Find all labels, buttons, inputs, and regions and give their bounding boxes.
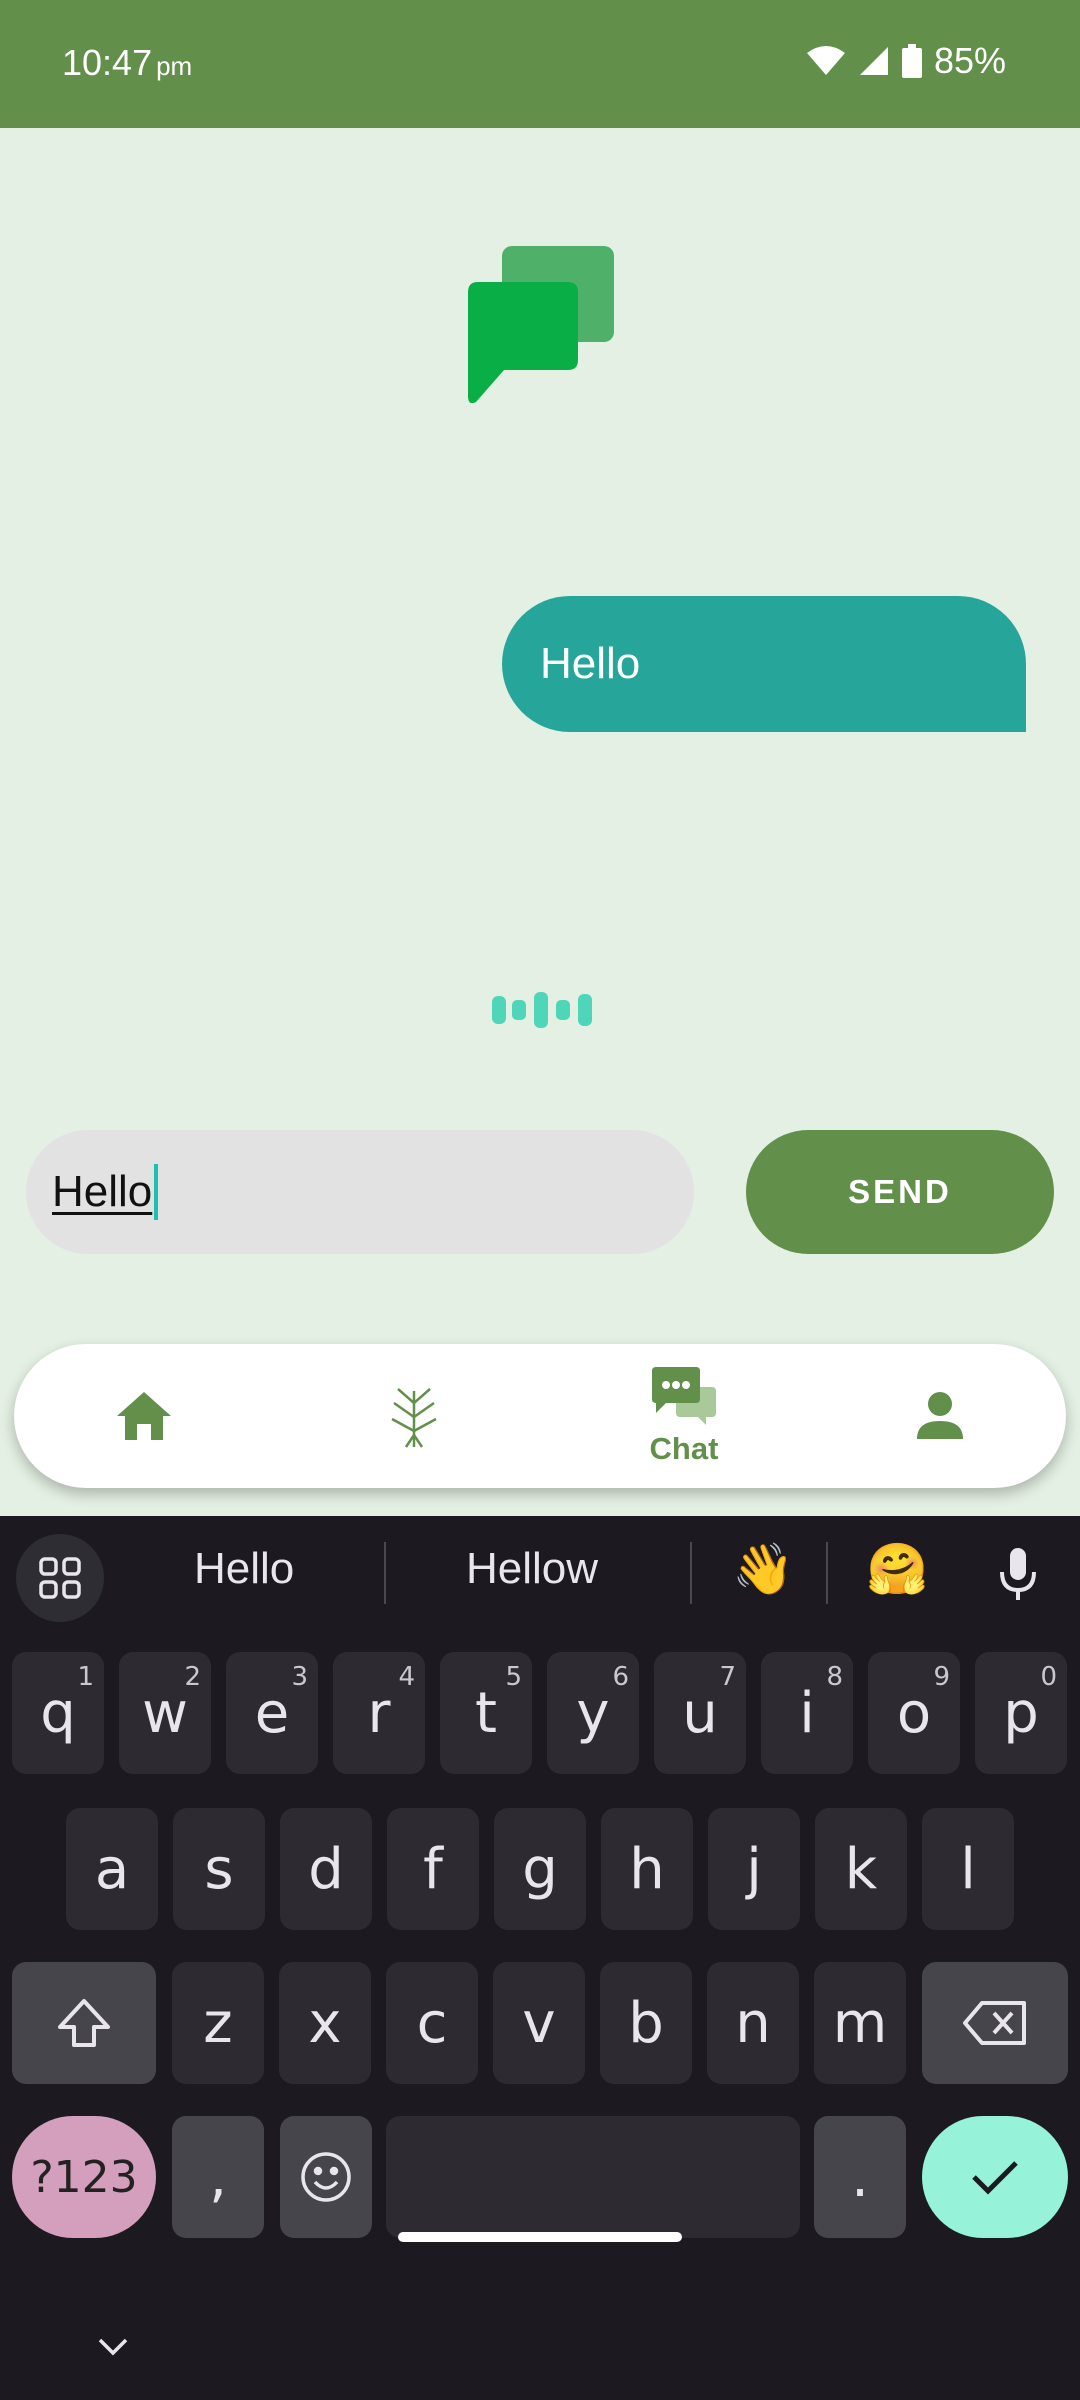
key-z[interactable]: z bbox=[172, 1962, 264, 2084]
status-time-value: 10:47 bbox=[62, 42, 153, 83]
shift-key[interactable] bbox=[12, 1962, 156, 2084]
plant-icon bbox=[391, 1388, 437, 1448]
microphone-icon[interactable] bbox=[998, 1546, 1038, 1602]
enter-key[interactable] bbox=[922, 2116, 1068, 2238]
status-icons: 85% bbox=[806, 40, 1006, 82]
status-time: 10:47 pm bbox=[62, 42, 192, 84]
key-j[interactable]: j bbox=[708, 1808, 800, 1930]
chat-logo-icon bbox=[468, 246, 614, 404]
send-button[interactable]: SEND bbox=[746, 1130, 1054, 1254]
key-q[interactable]: q1 bbox=[12, 1652, 104, 1774]
home-indicator[interactable] bbox=[398, 2232, 682, 2242]
key-g[interactable]: g bbox=[494, 1808, 586, 1930]
key-number-hint: 9 bbox=[933, 1662, 950, 1692]
key-p[interactable]: p0 bbox=[975, 1652, 1067, 1774]
text-caret bbox=[154, 1164, 159, 1220]
suggestion-bar: Hello Hellow 👋 🤗 bbox=[0, 1516, 1080, 1628]
key-i[interactable]: i8 bbox=[761, 1652, 853, 1774]
backspace-icon bbox=[963, 2001, 1026, 2045]
space-key[interactable] bbox=[386, 2116, 800, 2238]
key-v[interactable]: v bbox=[493, 1962, 585, 2084]
key-letter: y bbox=[576, 1680, 610, 1746]
key-u[interactable]: u7 bbox=[654, 1652, 746, 1774]
suggestion-2[interactable]: Hellow bbox=[466, 1544, 598, 1594]
nav-item-plant[interactable] bbox=[344, 1344, 484, 1488]
backspace-key[interactable] bbox=[922, 1962, 1068, 2084]
keyboard-apps-button[interactable] bbox=[16, 1534, 104, 1622]
battery-icon bbox=[901, 44, 922, 78]
key-letter: e bbox=[254, 1680, 290, 1746]
grid-icon bbox=[39, 1557, 81, 1599]
key-number-hint: 8 bbox=[826, 1662, 843, 1692]
key-b[interactable]: b bbox=[600, 1962, 692, 2084]
suggestion-divider bbox=[826, 1542, 828, 1604]
nav-item-profile[interactable] bbox=[870, 1344, 1010, 1488]
key-letter: r bbox=[367, 1680, 391, 1746]
emoji-key[interactable] bbox=[280, 2116, 372, 2238]
checkmark-icon bbox=[972, 2161, 1018, 2195]
home-icon bbox=[117, 1392, 171, 1440]
key-r[interactable]: r4 bbox=[333, 1652, 425, 1774]
key-m[interactable]: m bbox=[814, 1962, 906, 2084]
key-letter: q bbox=[40, 1680, 76, 1746]
nav-item-home[interactable] bbox=[74, 1344, 214, 1488]
period-key[interactable]: . bbox=[814, 2116, 906, 2238]
nav-item-chat-label: Chat bbox=[649, 1431, 719, 1466]
battery-percent: 85% bbox=[933, 40, 1006, 81]
suggestion-divider bbox=[690, 1542, 692, 1604]
key-n[interactable]: n bbox=[707, 1962, 799, 2084]
key-x[interactable]: x bbox=[279, 1962, 371, 2084]
soft-keyboard: Hello Hellow 👋 🤗 q1w2e3r4t5y6u7i8o9p0 as… bbox=[0, 1516, 1080, 2400]
key-letter: o bbox=[896, 1680, 932, 1746]
emoji-icon bbox=[301, 2152, 351, 2202]
key-s[interactable]: s bbox=[173, 1808, 265, 1930]
key-letter: w bbox=[142, 1680, 188, 1746]
key-e[interactable]: e3 bbox=[226, 1652, 318, 1774]
key-number-hint: 4 bbox=[398, 1662, 415, 1692]
status-bar: 10:47 pm 85% bbox=[0, 0, 1080, 128]
chat-icon bbox=[652, 1367, 716, 1425]
typing-indicator-icon bbox=[492, 992, 592, 1028]
chat-message-bubble: Hello bbox=[502, 596, 1026, 732]
key-y[interactable]: y6 bbox=[547, 1652, 639, 1774]
key-a[interactable]: a bbox=[66, 1808, 158, 1930]
key-number-hint: 6 bbox=[612, 1662, 629, 1692]
key-letter: p bbox=[1003, 1680, 1039, 1746]
suggestion-divider bbox=[384, 1542, 386, 1604]
key-number-hint: 3 bbox=[291, 1662, 308, 1692]
key-letter: i bbox=[799, 1680, 815, 1746]
key-w[interactable]: w2 bbox=[119, 1652, 211, 1774]
key-t[interactable]: t5 bbox=[440, 1652, 532, 1774]
status-time-ampm: pm bbox=[156, 51, 193, 81]
key-h[interactable]: h bbox=[601, 1808, 693, 1930]
key-letter: u bbox=[682, 1680, 718, 1746]
key-l[interactable]: l bbox=[922, 1808, 1014, 1930]
nav-item-chat[interactable]: Chat bbox=[604, 1344, 764, 1488]
key-number-hint: 7 bbox=[719, 1662, 736, 1692]
symbols-key[interactable]: ?123 bbox=[12, 2116, 156, 2238]
key-d[interactable]: d bbox=[280, 1808, 372, 1930]
key-k[interactable]: k bbox=[815, 1808, 907, 1930]
bottom-navigation: Chat bbox=[14, 1344, 1066, 1488]
chevron-down-icon[interactable] bbox=[96, 2336, 130, 2358]
signal-icon bbox=[859, 47, 888, 75]
key-c[interactable]: c bbox=[386, 1962, 478, 2084]
key-letter: t bbox=[475, 1680, 497, 1746]
key-o[interactable]: o9 bbox=[868, 1652, 960, 1774]
shift-icon bbox=[58, 1999, 110, 2047]
emoji-suggestion-wave[interactable]: 👋 bbox=[732, 1540, 794, 1599]
message-input-text: Hello bbox=[52, 1167, 153, 1216]
key-f[interactable]: f bbox=[387, 1808, 479, 1930]
message-input[interactable]: Hello bbox=[26, 1130, 694, 1254]
suggestion-1[interactable]: Hello bbox=[194, 1544, 294, 1594]
chat-message-text: Hello bbox=[540, 639, 641, 688]
wifi-icon bbox=[806, 46, 845, 75]
key-number-hint: 2 bbox=[184, 1662, 201, 1692]
key-number-hint: 5 bbox=[505, 1662, 522, 1692]
key-number-hint: 0 bbox=[1040, 1662, 1057, 1692]
person-icon bbox=[917, 1392, 963, 1439]
comma-key[interactable]: , bbox=[172, 2116, 264, 2238]
emoji-suggestion-hug[interactable]: 🤗 bbox=[866, 1540, 928, 1599]
key-number-hint: 1 bbox=[77, 1662, 94, 1692]
